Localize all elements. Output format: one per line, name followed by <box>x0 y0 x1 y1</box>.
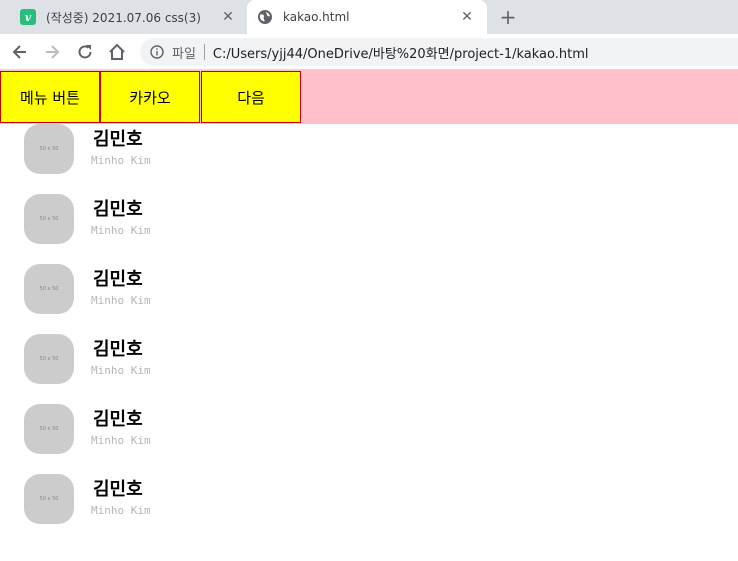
friend-name: 김민호 <box>93 199 143 220</box>
tab-css-notes[interactable]: v (작성중) 2021.07.06 css(3) ✕ <box>10 0 248 34</box>
daum-button[interactable]: 다음 <box>201 71 301 123</box>
kakao-button[interactable]: 카카오 <box>100 71 200 123</box>
friend-item[interactable]: 50 x 50 김민호 Minho Kim <box>24 474 324 524</box>
forward-arrow-icon[interactable] <box>42 42 62 62</box>
new-tab-button[interactable]: + <box>497 5 519 29</box>
tab-kakao[interactable]: kakao.html ✕ <box>247 0 487 34</box>
address-bar[interactable]: 파일 C:/Users/yjj44/OneDrive/바탕%20화면/proje… <box>140 38 738 66</box>
friend-subtitle: Minho Kim <box>91 294 151 307</box>
tab-title: kakao.html <box>283 10 350 24</box>
globe-icon <box>258 10 272 24</box>
page-content: 메뉴 버튼 카카오 다음 50 x 50 김민호 Minho Kim 50 x … <box>0 70 738 561</box>
friend-subtitle: Minho Kim <box>91 504 151 517</box>
friend-item[interactable]: 50 x 50 김민호 Minho Kim <box>24 194 324 244</box>
home-icon[interactable] <box>107 42 127 62</box>
friend-subtitle: Minho Kim <box>91 364 151 377</box>
friend-subtitle: Minho Kim <box>91 434 151 447</box>
avatar: 50 x 50 <box>24 404 74 454</box>
close-icon[interactable]: ✕ <box>220 9 236 25</box>
reload-icon[interactable] <box>75 42 95 62</box>
info-icon[interactable] <box>150 45 164 59</box>
tab-strip: v (작성중) 2021.07.06 css(3) ✕ kakao.html ✕… <box>0 0 738 34</box>
friend-name: 김민호 <box>93 409 143 430</box>
friend-subtitle: Minho Kim <box>91 224 151 237</box>
avatar: 50 x 50 <box>24 124 74 174</box>
friend-name: 김민호 <box>93 269 143 290</box>
friend-name: 김민호 <box>93 129 143 150</box>
friend-item[interactable]: 50 x 50 김민호 Minho Kim <box>24 334 324 384</box>
browser-toolbar: 파일 C:/Users/yjj44/OneDrive/바탕%20화면/proje… <box>0 34 738 70</box>
friend-subtitle: Minho Kim <box>91 154 151 167</box>
avatar: 50 x 50 <box>24 194 74 244</box>
close-icon[interactable]: ✕ <box>459 9 475 25</box>
scheme-label: 파일 <box>172 46 196 62</box>
friend-item[interactable]: 50 x 50 김민호 Minho Kim <box>24 404 324 454</box>
friend-name: 김민호 <box>93 479 143 500</box>
menu-bar: 메뉴 버튼 카카오 다음 <box>0 70 738 124</box>
avatar: 50 x 50 <box>24 474 74 524</box>
friend-item[interactable]: 50 x 50 김민호 Minho Kim <box>24 264 324 314</box>
v-logo-icon: v <box>20 9 36 25</box>
avatar: 50 x 50 <box>24 264 74 314</box>
menu-button[interactable]: 메뉴 버튼 <box>0 71 100 123</box>
separator <box>203 44 205 60</box>
url-text[interactable]: C:/Users/yjj44/OneDrive/바탕%20화면/project-… <box>213 43 589 62</box>
avatar: 50 x 50 <box>24 334 74 384</box>
tab-title: (작성중) 2021.07.06 css(3) <box>46 10 201 25</box>
friend-item[interactable]: 50 x 50 김민호 Minho Kim <box>24 124 324 174</box>
friend-name: 김민호 <box>93 339 143 360</box>
back-arrow-icon[interactable] <box>10 42 30 62</box>
